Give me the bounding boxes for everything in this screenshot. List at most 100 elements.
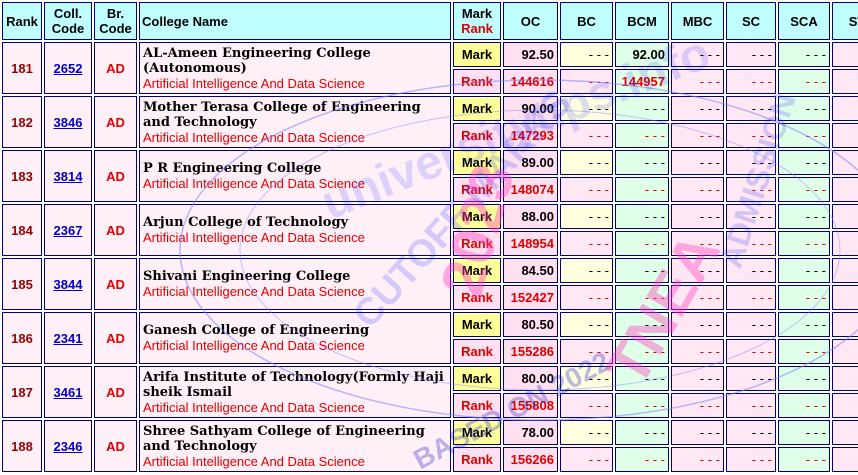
header-br-code: Br. Code xyxy=(94,2,137,40)
mark-label: Mark xyxy=(453,258,501,283)
bc-rank: - - - xyxy=(560,339,613,364)
course-name: Artificial Intelligence And Data Science xyxy=(143,129,365,145)
mbc-mark: - - - xyxy=(671,96,724,121)
mbc-rank: - - - xyxy=(671,123,724,148)
st-mark: - - - xyxy=(832,366,858,391)
branch-code: AD xyxy=(94,366,137,418)
bcm-mark: - - - xyxy=(615,420,669,445)
college-code-link[interactable]: 2341 xyxy=(54,331,83,346)
college-name: Shree Sathyam College of Engineering and… xyxy=(143,423,425,454)
sc-rank: - - - xyxy=(726,447,776,472)
mbc-rank: - - - xyxy=(671,285,724,310)
bc-rank: - - - xyxy=(560,393,613,418)
course-name: Artificial Intelligence And Data Science xyxy=(143,284,365,299)
st-mark: - - - xyxy=(832,312,858,337)
rank-label: Rank xyxy=(453,69,501,94)
header-college-name: College Name xyxy=(139,2,451,40)
row-rank: 188 xyxy=(2,420,42,472)
college-name-cell: Shivani Engineering College Artificial In… xyxy=(139,258,451,310)
college-code-cell: 3461 xyxy=(44,366,92,418)
table-row: 182 3846 AD Mother Terasa College of Engine… xyxy=(2,96,858,148)
college-name: Ganesh College of Engineering xyxy=(143,323,370,338)
sca-rank: - - - xyxy=(778,231,830,256)
bc-mark: - - - xyxy=(560,366,613,391)
bc-rank: - - - xyxy=(560,177,613,202)
branch-code: AD xyxy=(94,258,137,310)
college-code-link[interactable]: 3461 xyxy=(54,385,83,400)
branch-code: AD xyxy=(94,150,137,202)
bc-mark: - - - xyxy=(560,258,613,283)
college-code-link[interactable]: 3814 xyxy=(54,169,83,184)
bcm-mark: - - - xyxy=(615,366,669,391)
header-sc: SC xyxy=(726,2,776,40)
oc-rank: 152427 xyxy=(503,285,558,310)
mbc-rank: - - - xyxy=(671,69,724,94)
table-row: 186 2341 AD Ganesh College of Engineering Ar… xyxy=(2,312,858,364)
st-mark: - - - xyxy=(832,150,858,175)
sc-mark: - - - xyxy=(726,150,776,175)
sc-mark: - - - xyxy=(726,258,776,283)
oc-mark: 88.00 xyxy=(503,204,558,229)
sc-rank: - - - xyxy=(726,123,776,148)
table-row: 181 2652 AD AL-Ameen Engineering College (A… xyxy=(2,42,858,94)
oc-mark: 89.00 xyxy=(503,150,558,175)
st-mark: - - - xyxy=(832,258,858,283)
st-rank: - - - xyxy=(832,447,858,472)
oc-mark: 80.00 xyxy=(503,366,558,391)
rank-label: Rank xyxy=(453,231,501,256)
college-code-link[interactable]: 2367 xyxy=(54,223,83,238)
sca-mark: - - - xyxy=(778,204,830,229)
college-name-cell: Mother Terasa College of Engineering and… xyxy=(139,96,451,148)
oc-mark: 90.00 xyxy=(503,96,558,121)
sca-mark: - - - xyxy=(778,312,830,337)
sc-mark: - - - xyxy=(726,420,776,445)
bcm-mark: 92.00 xyxy=(615,42,669,67)
branch-code: AD xyxy=(94,204,137,256)
header-coll-code: Coll. Code xyxy=(44,2,92,40)
bc-rank: - - - xyxy=(560,69,613,94)
branch-code: AD xyxy=(94,312,137,364)
mbc-mark: - - - xyxy=(671,312,724,337)
bcm-rank: - - - xyxy=(615,339,669,364)
rank-label: Rank xyxy=(453,285,501,310)
college-code-link[interactable]: 3846 xyxy=(54,115,83,130)
college-code-cell: 2346 xyxy=(44,420,92,472)
mbc-mark: - - - xyxy=(671,42,724,67)
college-name-cell: Shree Sathyam College of Engineering and… xyxy=(139,420,451,472)
sc-mark: - - - xyxy=(726,312,776,337)
college-name-cell: Ganesh College of Engineering Artificial … xyxy=(139,312,451,364)
st-mark: - - - xyxy=(832,42,858,67)
st-rank: - - - xyxy=(832,339,858,364)
mbc-rank: - - - xyxy=(671,339,724,364)
mark-label: Mark xyxy=(453,150,501,175)
sc-rank: - - - xyxy=(726,285,776,310)
sca-mark: - - - xyxy=(778,420,830,445)
bc-mark: - - - xyxy=(560,312,613,337)
st-rank: - - - xyxy=(832,177,858,202)
bcm-mark: - - - xyxy=(615,312,669,337)
bc-mark: - - - xyxy=(560,204,613,229)
sca-rank: - - - xyxy=(778,339,830,364)
st-rank: - - - xyxy=(832,69,858,94)
row-rank: 185 xyxy=(2,258,42,310)
sca-rank: - - - xyxy=(778,123,830,148)
college-code-cell: 2367 xyxy=(44,204,92,256)
mbc-rank: - - - xyxy=(671,447,724,472)
oc-mark: 92.50 xyxy=(503,42,558,67)
oc-rank: 147293 xyxy=(503,123,558,148)
oc-rank: 144616 xyxy=(503,69,558,94)
college-code-link[interactable]: 2652 xyxy=(54,61,83,76)
header-st: ST xyxy=(832,2,858,40)
college-name: Shivani Engineering College xyxy=(143,269,351,284)
sc-rank: - - - xyxy=(726,339,776,364)
st-rank: - - - xyxy=(832,231,858,256)
college-name-cell: Arjun College of Technology Artificial In… xyxy=(139,204,451,256)
college-code-link[interactable]: 2346 xyxy=(54,439,83,454)
branch-code: AD xyxy=(94,420,137,472)
table-header-row: Rank Coll. Code Br. Code College Name Mark… xyxy=(2,2,858,40)
oc-rank: 148954 xyxy=(503,231,558,256)
course-name: Artificial Intelligence And Data Science xyxy=(143,176,365,191)
mbc-rank: - - - xyxy=(671,177,724,202)
college-code-link[interactable]: 3844 xyxy=(54,277,83,292)
oc-rank: 156266 xyxy=(503,447,558,472)
